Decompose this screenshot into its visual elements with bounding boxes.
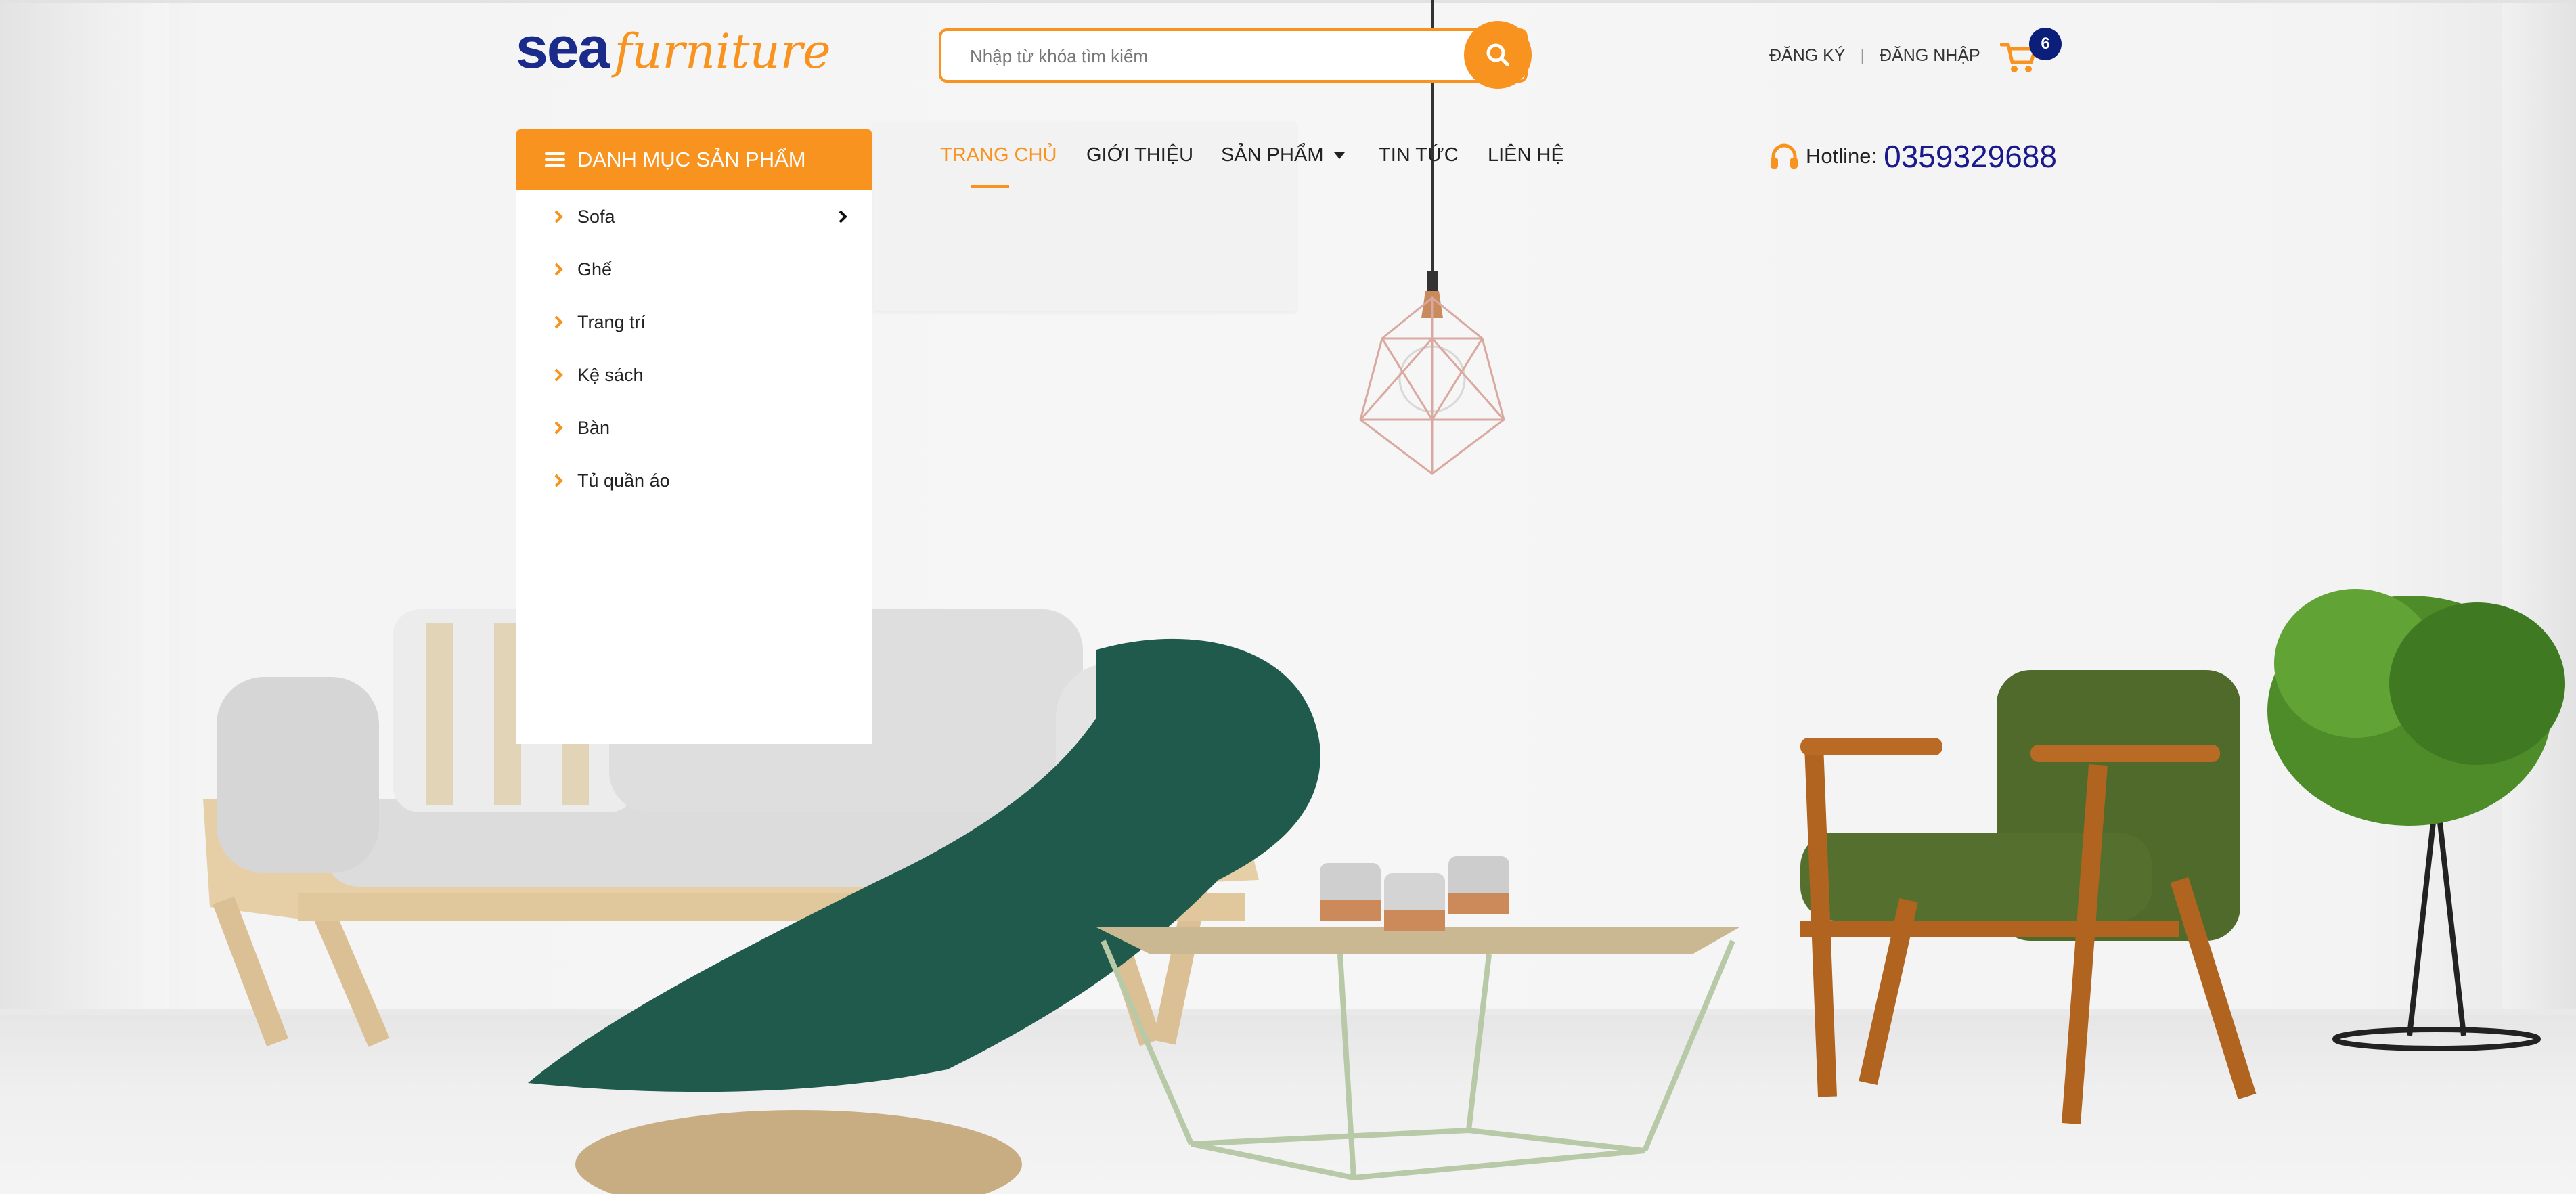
nav-home[interactable]: TRANG CHỦ	[940, 144, 1057, 174]
nav-contact[interactable]: LIÊN HỆ	[1488, 144, 1564, 174]
search-icon	[1486, 43, 1509, 66]
category-item-label: Tủ quần áo	[577, 470, 670, 491]
search-box	[939, 28, 1528, 83]
logo-primary-text: sea	[516, 16, 610, 81]
chevron-right-icon	[554, 421, 563, 435]
caret-down-icon	[1334, 152, 1346, 159]
auth-separator: |	[1860, 46, 1865, 65]
category-item-label: Kệ sách	[577, 364, 644, 385]
nav-active-indicator	[971, 185, 1009, 188]
nav-about[interactable]: GIỚI THIỆU	[1086, 144, 1193, 174]
chevron-right-icon	[554, 263, 563, 276]
login-link[interactable]: ĐĂNG NHẬP	[1880, 46, 1980, 66]
hero-background	[0, 0, 2576, 1194]
chevron-right-icon	[554, 474, 563, 487]
category-item-tu-quan-ao[interactable]: Tủ quần áo	[516, 460, 872, 501]
auth-links: ĐĂNG KÝ | ĐĂNG NHẬP	[1769, 46, 1980, 66]
submenu-arrow-icon	[839, 210, 847, 223]
category-item-ke-sach[interactable]: Kệ sách	[516, 355, 872, 395]
category-item-ghe[interactable]: Ghế	[516, 249, 872, 290]
chevron-right-icon	[554, 368, 563, 382]
category-menu-list: Sofa Ghế Trang trí Kệ sách Bàn Tủ quần á…	[516, 190, 872, 744]
register-link[interactable]: ĐĂNG KÝ	[1769, 46, 1846, 66]
category-item-trang-tri[interactable]: Trang trí	[516, 302, 872, 342]
hotline-label: Hotline:	[1806, 144, 1878, 168]
nav-products[interactable]: SẢN PHẨM	[1221, 144, 1346, 174]
pouf-image	[575, 1110, 1022, 1194]
headphones-icon	[1771, 143, 1798, 169]
cart-count-badge: 6	[2029, 28, 2062, 60]
nav-products-label: SẢN PHẨM	[1221, 144, 1324, 166]
category-menu-header[interactable]: DANH MỤC SẢN PHẨM	[516, 129, 872, 190]
hotline: Hotline: 0359329688	[1769, 138, 2057, 175]
site-logo[interactable]: sea furniture	[516, 19, 831, 87]
search-button[interactable]	[1464, 21, 1532, 89]
category-item-sofa[interactable]: Sofa	[516, 196, 872, 237]
furniture-scene-image	[203, 589, 2565, 1194]
category-item-label: Ghế	[577, 259, 613, 280]
chevron-right-icon	[554, 210, 563, 223]
category-item-label: Trang trí	[577, 311, 646, 332]
category-item-label: Sofa	[577, 206, 615, 227]
armchair-image	[1800, 670, 2257, 1125]
logo-secondary-text: furniture	[614, 24, 831, 79]
search-input[interactable]	[969, 31, 1445, 81]
hamburger-icon	[545, 152, 565, 167]
chevron-right-icon	[554, 315, 563, 329]
category-item-ban[interactable]: Bàn	[516, 407, 872, 448]
plant-image	[2267, 589, 2565, 1051]
nav-news[interactable]: TIN TỨC	[1379, 144, 1459, 174]
hotline-number[interactable]: 0359329688	[1884, 138, 2057, 175]
category-item-label: Bàn	[577, 417, 610, 438]
category-menu-title: DANH MỤC SẢN PHẨM	[577, 148, 806, 171]
